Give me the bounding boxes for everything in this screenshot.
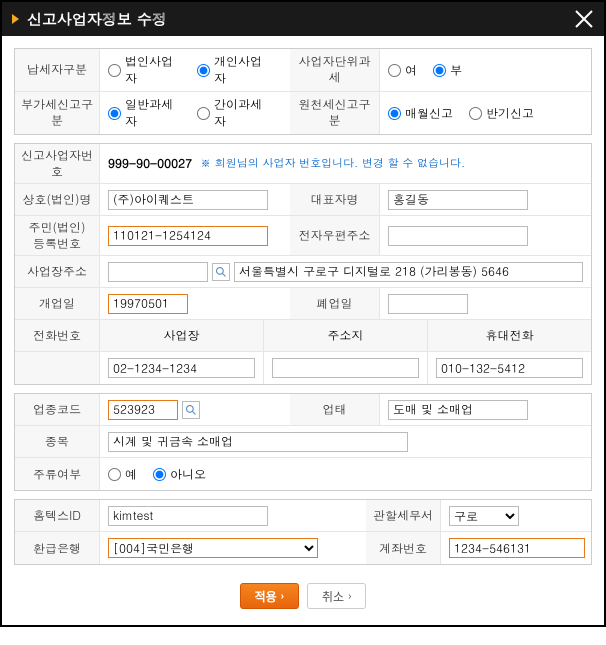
search-icon [185,404,197,416]
biz-code-label: 업종코드 [15,394,100,425]
account-label: 계좌번호 [366,532,441,564]
address-code-input[interactable] [108,262,208,282]
withholding-label: 원천세신고구분 [290,92,380,134]
unit-tax-label: 사업자단위과세 [290,49,380,91]
email-label: 전자우편주소 [290,216,380,255]
phone-office-label: 사업장 [100,320,264,351]
radio-withholding-monthly[interactable]: 매월신고 [388,105,453,122]
vat-report-label: 부가세신고구분 [15,92,100,134]
email-input[interactable] [388,226,528,246]
phone-mobile-label: 휴대전화 [428,320,591,351]
radio-liquor-no[interactable]: 아니오 [153,466,206,483]
tax-office-label: 관할세무서 [366,500,441,531]
liquor-label: 주류여부 [15,458,100,490]
radio-corporate[interactable]: 법인사업자 [108,53,181,87]
section-hometax: 홈텍스ID 관할세무서 구로 환급은행 [004]국민은행 계좌번호 [14,499,592,565]
phone-label: 전화번호 [15,320,100,351]
section-tax-type: 납세자구분 법인사업자 개인사업자 사업자단위과세 여 부 부가세신고구분 [14,48,592,135]
biz-type-input[interactable] [388,400,528,420]
chevron-right-icon: › [281,591,284,602]
open-date-input[interactable] [108,294,188,314]
section-business-info: 신고사업자번호 999-90-00027 ※ 회원님의 사업자 번호입니다. 변… [14,143,592,385]
phone-home-label: 주소지 [264,320,428,351]
button-row: 적용› 취소› [14,573,592,613]
radio-vat-general[interactable]: 일반과세자 [108,96,181,130]
hometax-label: 홈텍스ID [15,500,100,531]
phone-mobile-input[interactable] [436,358,583,378]
search-icon [215,266,227,278]
dialog-window: 신고사업자정보 수정 납세자구분 법인사업자 개인사업자 사업자단위과세 여 [0,0,606,627]
company-input[interactable] [108,190,268,210]
dialog-title: 신고사업자정보 수정 [27,9,167,30]
apply-button[interactable]: 적용› [240,583,299,609]
close-date-input[interactable] [388,294,468,314]
biz-item-label: 종목 [15,426,100,457]
biz-no-note: ※ 회원님의 사업자 번호입니다. 변경 할 수 없습니다. [200,156,465,171]
bank-select[interactable]: [004]국민은행 [108,538,318,558]
section-biz-category: 업종코드 업태 종목 주류여부 예 아니오 [14,393,592,491]
account-input[interactable] [449,538,585,558]
cancel-button[interactable]: 취소› [307,583,366,609]
company-label: 상호(법인)명 [15,184,100,215]
ceo-input[interactable] [388,190,528,210]
resident-label: 주민(법인) 등록번호 [15,216,100,255]
bank-label: 환급은행 [15,532,100,564]
title-arrow-icon [12,14,19,24]
biz-no-label: 신고사업자번호 [15,144,100,183]
hometax-input[interactable] [108,506,268,526]
address-search-button[interactable] [212,263,230,281]
radio-liquor-yes[interactable]: 예 [108,466,137,483]
biz-no-value: 999-90-00027 [108,155,192,172]
radio-individual[interactable]: 개인사업자 [197,53,270,87]
close-icon [572,7,596,31]
phone-office-input[interactable] [108,358,255,378]
close-date-label: 폐업일 [290,288,380,319]
biz-code-search-button[interactable] [182,401,200,419]
radio-withholding-half[interactable]: 반기신고 [469,105,534,122]
phone-home-input[interactable] [272,358,419,378]
radio-unit-yes[interactable]: 여 [388,62,417,79]
biz-item-input[interactable] [108,432,408,452]
close-button[interactable] [572,7,596,31]
dialog-content: 납세자구분 법인사업자 개인사업자 사업자단위과세 여 부 부가세신고구분 [2,36,604,625]
tax-office-select[interactable]: 구로 [449,506,519,526]
titlebar: 신고사업자정보 수정 [2,2,604,36]
biz-type-label: 업태 [290,394,380,425]
ceo-label: 대표자명 [290,184,380,215]
radio-unit-no[interactable]: 부 [433,62,462,79]
resident-input[interactable] [108,226,268,246]
chevron-right-icon: › [348,591,351,602]
taxpayer-type-label: 납세자구분 [15,49,100,91]
radio-vat-simple[interactable]: 간이과세자 [197,96,270,130]
address-label: 사업장주소 [15,256,100,287]
open-date-label: 개업일 [15,288,100,319]
biz-code-input[interactable] [108,400,178,420]
address-input[interactable] [234,262,583,282]
